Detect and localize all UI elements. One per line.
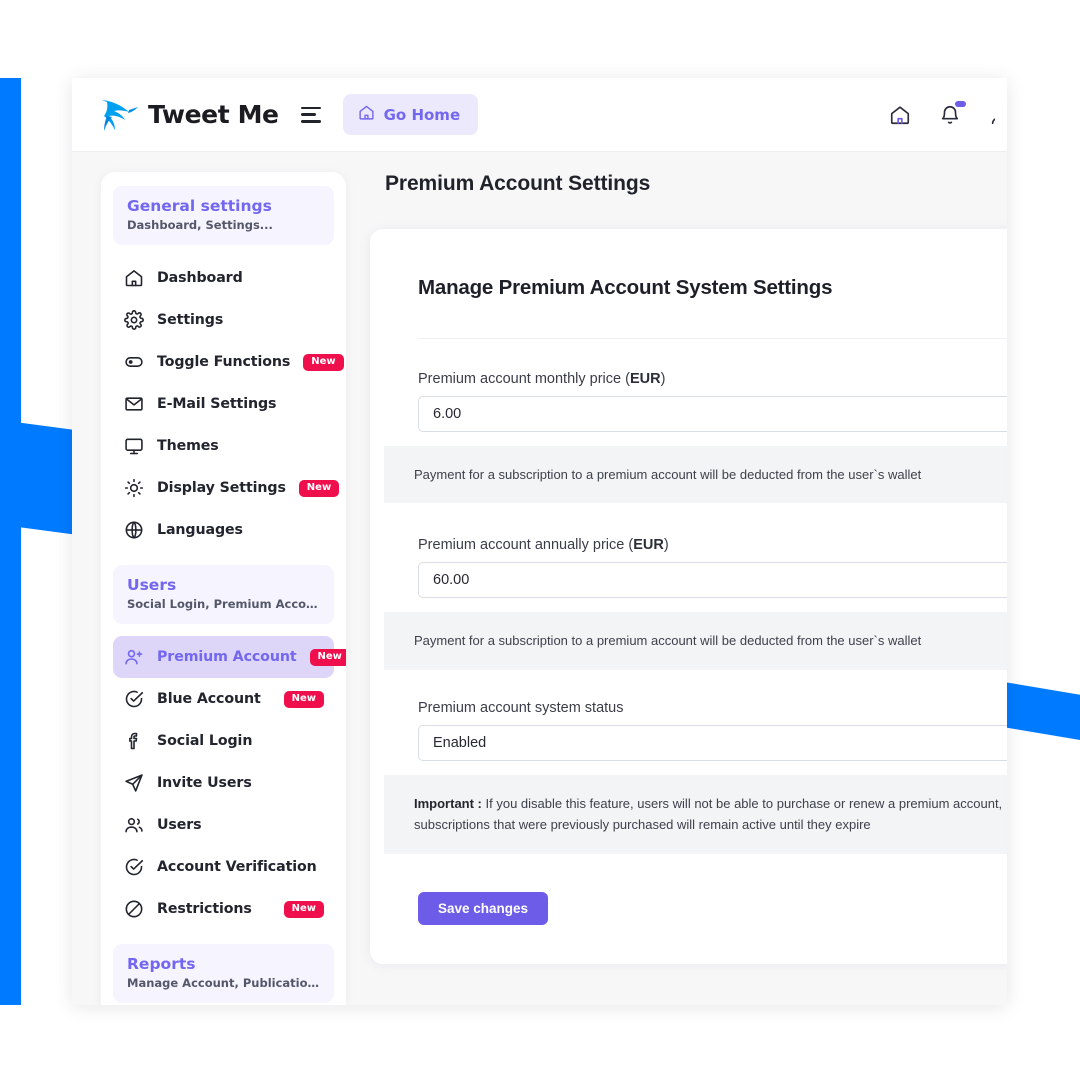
decorative-blue-wing-left: [0, 420, 78, 535]
sidebar-item-label: Restrictions: [157, 901, 252, 917]
status-badge: New: [309, 648, 346, 666]
sidebar-item-label: Social Login: [157, 733, 253, 749]
user-icon[interactable]: [989, 104, 995, 126]
top-header: Tweet Me Go Home: [72, 78, 1007, 152]
toggle-icon: [124, 352, 144, 372]
annual-price-help: Payment for a subscription to a premium …: [384, 612, 1007, 670]
go-home-label: Go Home: [383, 105, 461, 124]
brand[interactable]: Tweet Me: [99, 98, 279, 132]
facebook-icon: [124, 731, 144, 751]
hummingbird-logo: [99, 98, 139, 132]
users-icon: [124, 815, 144, 835]
sidebar-item-settings[interactable]: Settings: [113, 299, 334, 341]
ban-icon: [124, 899, 144, 919]
monthly-price-input[interactable]: 6.00: [418, 396, 1007, 432]
decorative-blue-wing-right: [1004, 682, 1080, 740]
globe-icon: [124, 520, 144, 540]
sidebar-item-label: Languages: [157, 522, 243, 538]
bell-icon[interactable]: [939, 101, 966, 126]
sidebar-item-toggle-functions[interactable]: Toggle Functions New: [113, 341, 344, 383]
check-circle-icon: [124, 857, 144, 877]
sidebar-item-premium-account[interactable]: Premium Account New: [113, 636, 346, 678]
status-badge: New: [283, 900, 324, 918]
sidebar-item-label: Blue Account: [157, 691, 261, 707]
screenshot-root: Tweet Me Go Home General settings Dashbo…: [0, 0, 1080, 1080]
decorative-blue-bar: [0, 78, 21, 1005]
gear-icon: [124, 310, 144, 330]
sidebar-item-label: Premium Account: [157, 649, 297, 665]
sidebar: General settings Dashboard, Settings... …: [101, 172, 346, 1005]
sidebar-item-label: Account Verification: [157, 859, 317, 875]
sidebar-group-title: Users: [127, 576, 177, 594]
sidebar-group-title: Reports: [127, 955, 196, 973]
main-content: Premium Account Settings Manage Premium …: [346, 172, 1007, 1005]
sidebar-item-invite-users[interactable]: Invite Users: [113, 762, 334, 804]
sidebar-group-users[interactable]: Users Social Login, Premium Account, Us…: [113, 565, 334, 624]
sidebar-item-label: E-Mail Settings: [157, 396, 277, 412]
status-badge: New: [303, 353, 344, 371]
field-label: Premium account annually price (EUR): [418, 537, 669, 554]
home-icon[interactable]: [889, 104, 911, 126]
sidebar-item-social-login[interactable]: Social Login: [113, 720, 334, 762]
sidebar-item-account-verification[interactable]: Account Verification: [113, 846, 334, 888]
sidebar-item-blue-account[interactable]: Blue Account New: [113, 678, 334, 720]
monthly-price-help: Payment for a subscription to a premium …: [384, 446, 1007, 504]
app-window: Tweet Me Go Home General settings Dashbo…: [72, 78, 1007, 1005]
sidebar-group-reports[interactable]: Reports Manage Account, Publication Repo…: [113, 944, 334, 1003]
sidebar-item-label: Themes: [157, 438, 219, 454]
sidebar-item-email-settings[interactable]: E-Mail Settings: [113, 383, 334, 425]
sidebar-item-label: Display Settings: [157, 480, 286, 496]
system-status-select[interactable]: Enabled: [418, 724, 1007, 761]
sidebar-item-users[interactable]: Users: [113, 804, 334, 846]
sun-icon: [124, 478, 144, 498]
check-circle-icon: [124, 689, 144, 709]
user-plus-icon: [124, 647, 144, 667]
sidebar-item-label: Users: [157, 817, 202, 833]
field-label: Premium account monthly price (EUR): [418, 371, 666, 387]
notification-badge: [955, 101, 966, 107]
monitor-icon: [124, 436, 144, 456]
annual-price-input[interactable]: 60.00: [418, 562, 1007, 599]
sidebar-group-title: General settings: [127, 197, 272, 215]
page-title: Premium Account Settings: [385, 172, 651, 195]
sidebar-item-themes[interactable]: Themes: [113, 425, 334, 467]
sidebar-item-label: Invite Users: [157, 775, 252, 791]
divider: [418, 338, 1007, 339]
save-changes-button[interactable]: Save changes: [418, 891, 549, 925]
page-body: General settings Dashboard, Settings... …: [72, 152, 1007, 1005]
home-icon: [124, 268, 144, 288]
sidebar-group-subtitle: Social Login, Premium Account, Us…: [127, 597, 320, 611]
sidebar-item-label: Settings: [157, 312, 224, 328]
system-status-help: Important : If you disable this feature,…: [384, 774, 1007, 854]
go-home-button[interactable]: Go Home: [342, 94, 479, 135]
sidebar-group-subtitle: Dashboard, Settings...: [127, 218, 273, 232]
card-title: Manage Premium Account System Settings: [418, 276, 833, 299]
header-actions: [889, 78, 1007, 152]
sidebar-item-languages[interactable]: Languages: [113, 509, 334, 551]
sidebar-group-subtitle: Manage Account, Publication Repor…: [127, 976, 320, 990]
field-label: Premium account system status: [418, 699, 624, 716]
field-annual-price: Premium account annually price (EUR) 60.…: [370, 537, 1007, 599]
sidebar-item-label: Toggle Functions: [157, 354, 291, 370]
sidebar-item-label: Dashboard: [157, 270, 243, 286]
field-system-status: Premium account system status Enabled: [370, 700, 1007, 761]
field-monthly-price: Premium account monthly price (EUR) 6.00: [370, 371, 1007, 432]
status-badge: New: [283, 690, 324, 708]
settings-card: Manage Premium Account System Settings P…: [370, 229, 1007, 964]
mail-icon: [124, 394, 144, 414]
sidebar-item-restrictions[interactable]: Restrictions New: [113, 888, 334, 930]
sidebar-item-display-settings[interactable]: Display Settings New: [113, 467, 340, 509]
status-badge: New: [298, 479, 340, 497]
sidebar-item-dashboard[interactable]: Dashboard: [113, 257, 334, 299]
brand-name: Tweet Me: [148, 100, 279, 129]
home-icon: [358, 104, 375, 125]
hamburger-icon[interactable]: [300, 106, 321, 123]
sidebar-group-general-settings[interactable]: General settings Dashboard, Settings...: [113, 186, 334, 245]
send-icon: [124, 773, 144, 793]
